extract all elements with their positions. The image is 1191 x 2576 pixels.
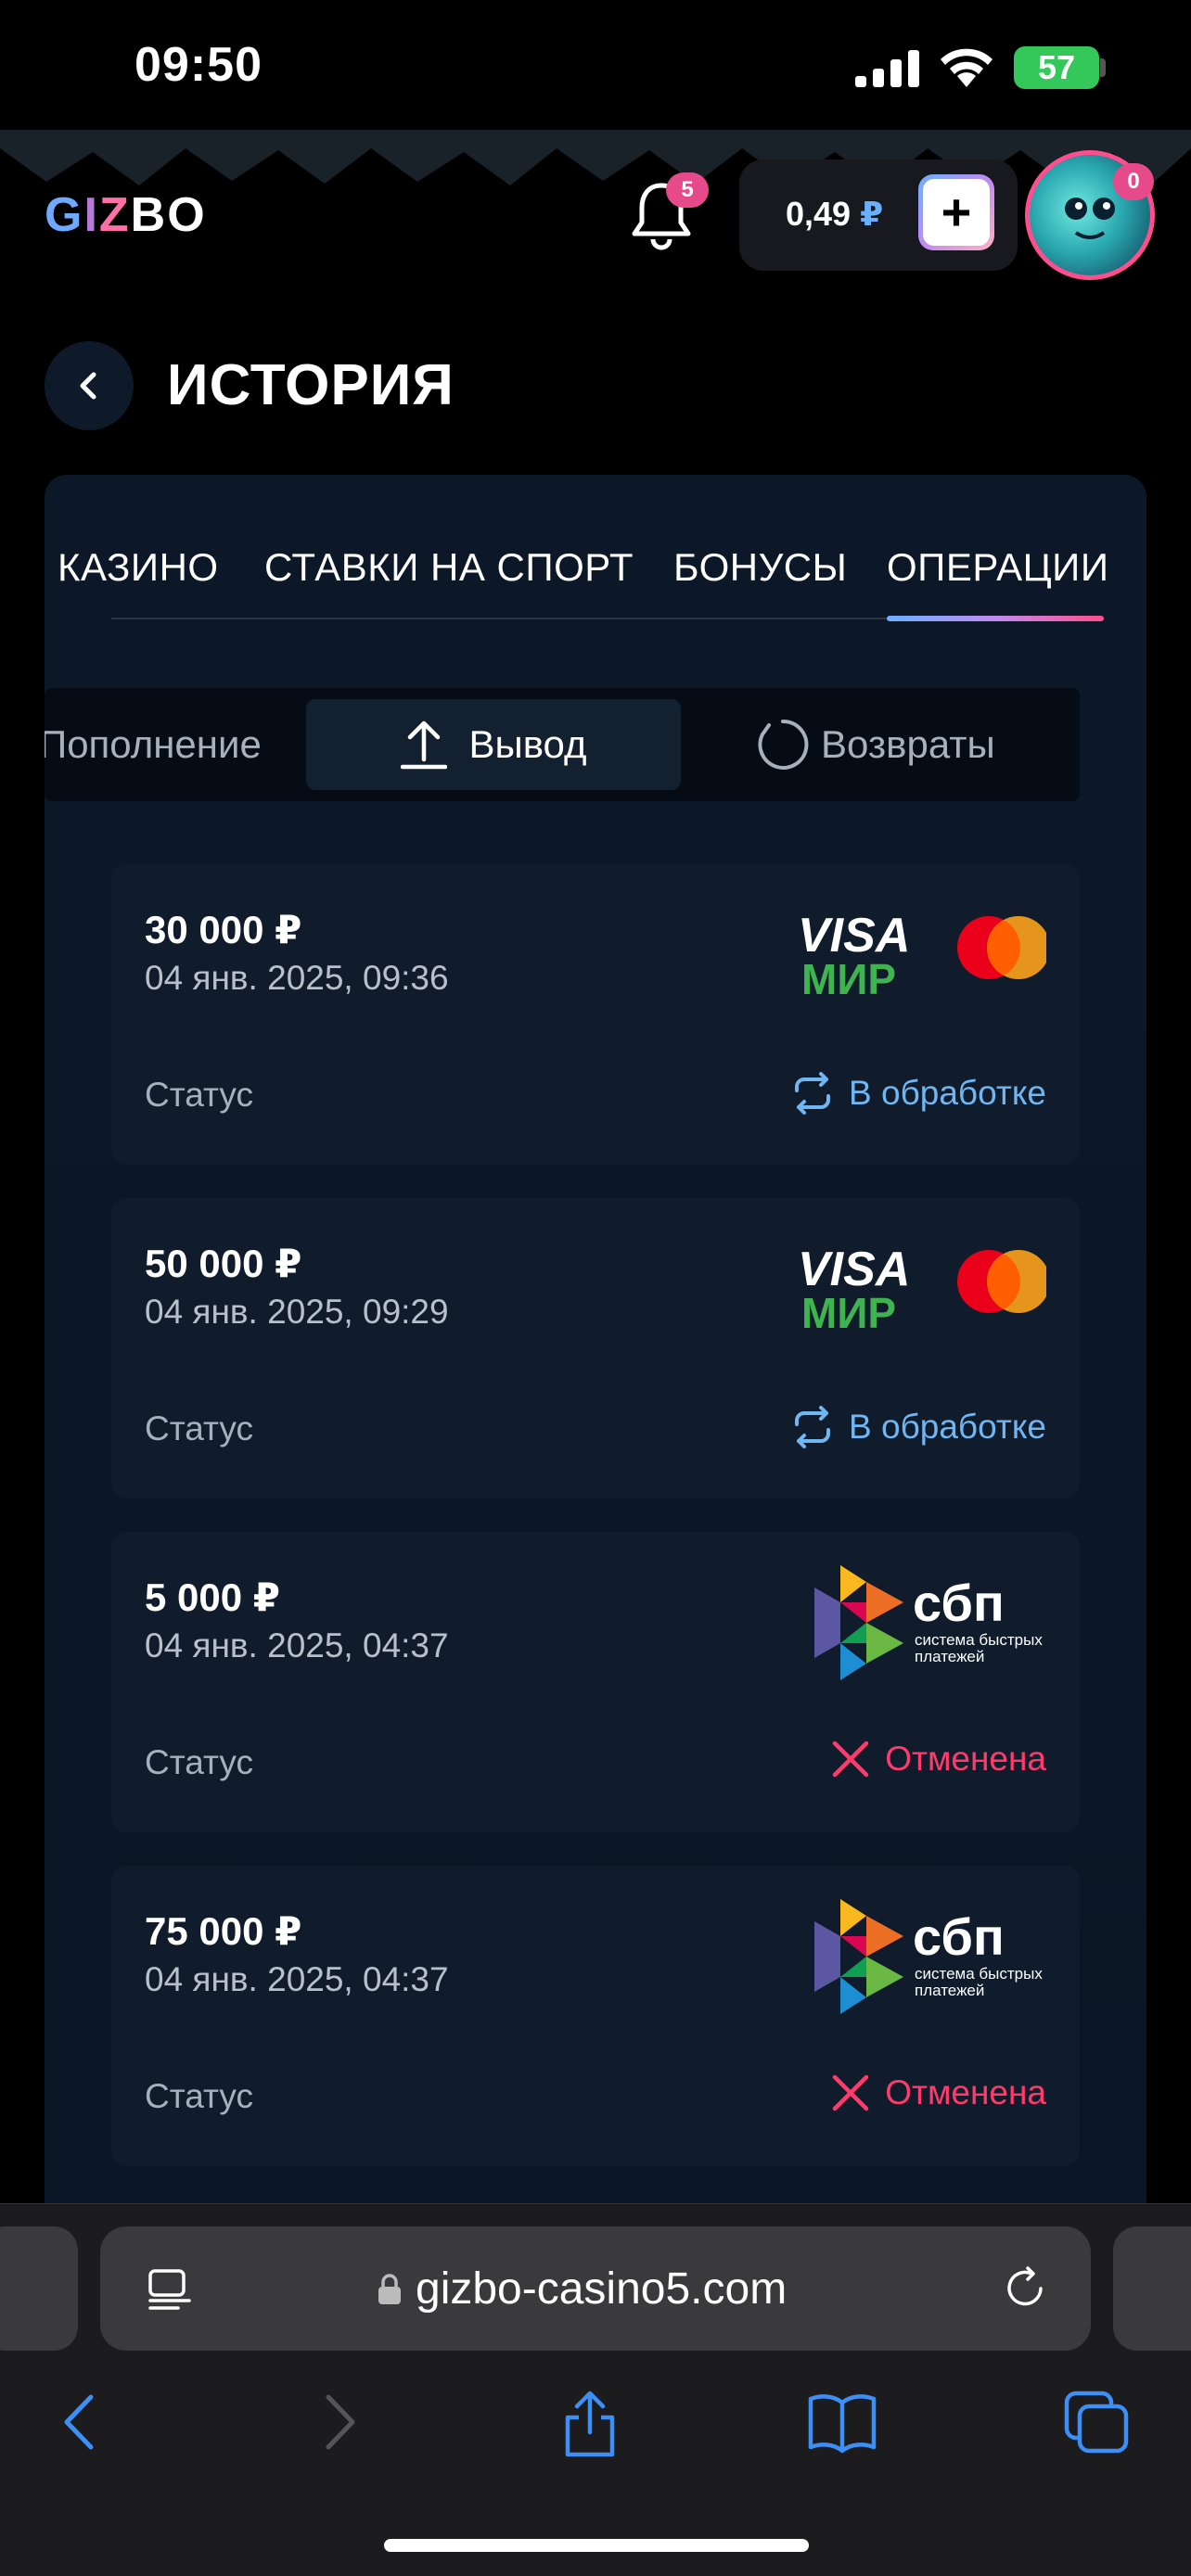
status-processing: В обработке xyxy=(789,1070,1046,1116)
transaction-card[interactable]: 30 000 ₽ 04 янв. 2025, 09:36 VISA МИР Ст… xyxy=(111,864,1080,1165)
status-label: Статус xyxy=(145,2077,253,2115)
gizbo-logo[interactable]: GIZBO xyxy=(45,187,207,243)
card-payment-logo: VISA МИР xyxy=(798,907,1050,1003)
status-text: Отменена xyxy=(885,2073,1046,2111)
transaction-amount: 75 000 ₽ xyxy=(145,1909,302,1953)
reader-mode-icon[interactable] xyxy=(145,2264,195,2314)
bookmarks-icon[interactable] xyxy=(807,2390,877,2455)
visa-mir-mastercard-icon: VISA МИР xyxy=(798,1243,1050,1337)
sync-icon xyxy=(795,1072,831,1115)
battery-tip xyxy=(1100,58,1106,77)
transaction-card[interactable]: 5 000 ₽ 04 янв. 2025, 04:37 сбп система … xyxy=(111,1532,1080,1832)
balance-value: 0,49 xyxy=(786,195,852,233)
battery-indicator: 57 xyxy=(1014,46,1099,89)
back-nav-icon[interactable] xyxy=(58,2390,104,2455)
tab-sports-bets[interactable]: СТАВКИ НА СПОРТ xyxy=(264,545,634,590)
cellular-signal-icon xyxy=(855,50,919,87)
transaction-date: 04 янв. 2025, 09:36 xyxy=(145,959,449,997)
close-icon xyxy=(832,2074,869,2111)
page-title: ИСТОРИЯ xyxy=(167,353,455,417)
chevron-left-icon xyxy=(80,372,96,400)
active-tab-indicator xyxy=(887,616,1104,621)
sbp-logo-icon: сбп система быстрых платежей xyxy=(814,1899,1043,2014)
svg-text:система быстрых: система быстрых xyxy=(915,1631,1043,1649)
svg-text:сбп: сбп xyxy=(913,1574,1005,1632)
tab-bonuses[interactable]: БОНУСЫ xyxy=(673,545,847,590)
transaction-amount: 30 000 ₽ xyxy=(145,908,302,951)
svg-text:платежей: платежей xyxy=(915,1648,984,1665)
refund-circle-icon xyxy=(758,719,809,770)
status-time: 09:50 xyxy=(134,38,263,92)
plus-icon: + xyxy=(923,179,990,246)
svg-text:сбп: сбп xyxy=(913,1907,1005,1966)
segment-withdraw[interactable]: Вывод xyxy=(306,699,681,790)
transaction-card[interactable]: 50 000 ₽ 04 янв. 2025, 09:29 VISA МИР Ст… xyxy=(111,1198,1080,1498)
transaction-amount: 50 000 ₽ xyxy=(145,1242,302,1285)
status-bar: 09:50 57 xyxy=(0,0,1191,130)
transaction-date: 04 янв. 2025, 09:29 xyxy=(145,1293,449,1331)
history-tabs: КАЗИНО СТАВКИ НА СПОРТ БОНУСЫ ОПЕРАЦИИ xyxy=(45,475,1146,623)
segment-refunds-label: Возвраты xyxy=(821,722,995,766)
transaction-date: 04 янв. 2025, 04:37 xyxy=(145,1626,449,1664)
logo-letter: I xyxy=(83,188,99,242)
sync-icon xyxy=(795,1406,831,1448)
logo-letter: Z xyxy=(98,188,131,242)
back-button[interactable] xyxy=(45,341,134,430)
segment-deposit[interactable]: Пополнение xyxy=(45,688,262,801)
logo-letter: G xyxy=(45,188,84,242)
tab-casino[interactable]: КАЗИНО xyxy=(58,545,219,590)
operation-type-switcher: Пополнение Вывод Возвраты xyxy=(45,688,1080,801)
status-cancelled: Отменена xyxy=(829,2072,1046,2114)
status-processing: В обработке xyxy=(789,1404,1046,1450)
transaction-card[interactable]: 75 000 ₽ 04 янв. 2025, 04:37 сбп система… xyxy=(111,1866,1080,2166)
close-icon xyxy=(832,1741,869,1778)
next-tab-preview[interactable] xyxy=(1113,2226,1191,2351)
svg-text:МИР: МИР xyxy=(801,955,896,996)
tabs-overview-icon[interactable] xyxy=(1063,2390,1130,2455)
status-text: Отменена xyxy=(885,1740,1046,1778)
browser-toolbar: gizbo-casino5.com xyxy=(0,2203,1191,2576)
sbp-logo-icon: сбп система быстрых платежей xyxy=(814,1565,1043,1680)
upload-icon xyxy=(400,721,447,770)
status-label: Статус xyxy=(145,1743,253,1781)
transaction-amount: 5 000 ₽ xyxy=(145,1575,280,1619)
visa-mir-mastercard-icon: VISA МИР xyxy=(798,909,1050,1003)
share-icon[interactable] xyxy=(560,2390,620,2458)
logo-letter: BO xyxy=(130,188,207,242)
transaction-date: 04 янв. 2025, 04:37 xyxy=(145,1960,449,1998)
sbp-payment-logo: сбп система быстрых платежей xyxy=(811,1565,1046,1685)
notification-badge: 5 xyxy=(666,172,709,208)
previous-tab-preview[interactable] xyxy=(0,2226,78,2351)
svg-text:МИР: МИР xyxy=(801,1289,896,1330)
status-cancelled: Отменена xyxy=(829,1738,1046,1780)
balance-currency: ₽ xyxy=(860,195,884,233)
address-bar[interactable]: gizbo-casino5.com xyxy=(100,2226,1091,2351)
avatar-badge: 0 xyxy=(1113,163,1154,200)
card-payment-logo: VISA МИР xyxy=(798,1241,1050,1337)
status-text: В обработке xyxy=(849,1074,1046,1112)
sbp-payment-logo: сбп система быстрых платежей xyxy=(811,1899,1046,2019)
deposit-button[interactable]: + xyxy=(918,174,994,250)
forward-nav-icon[interactable] xyxy=(315,2390,362,2455)
status-label: Статус xyxy=(145,1076,253,1114)
status-label: Статус xyxy=(145,1409,253,1447)
lock-icon xyxy=(378,2274,401,2304)
battery-level: 57 xyxy=(1037,48,1076,86)
svg-text:система быстрых: система быстрых xyxy=(915,1965,1043,1983)
home-indicator xyxy=(384,2539,809,2552)
segment-withdraw-label: Вывод xyxy=(468,722,587,766)
wifi-icon xyxy=(941,48,992,87)
segment-refunds[interactable]: Возвраты xyxy=(754,688,995,801)
tab-operations[interactable]: ОПЕРАЦИИ xyxy=(887,545,1109,590)
site-header: GIZBO 5 0,49 ₽ + 0 xyxy=(0,130,1191,306)
status-text: В обработке xyxy=(849,1408,1046,1446)
balance-amount[interactable]: 0,49 ₽ xyxy=(786,195,883,234)
svg-text:платежей: платежей xyxy=(915,1982,984,1999)
reload-icon[interactable] xyxy=(1000,2264,1050,2314)
url-text: gizbo-casino5.com xyxy=(416,2264,788,2314)
